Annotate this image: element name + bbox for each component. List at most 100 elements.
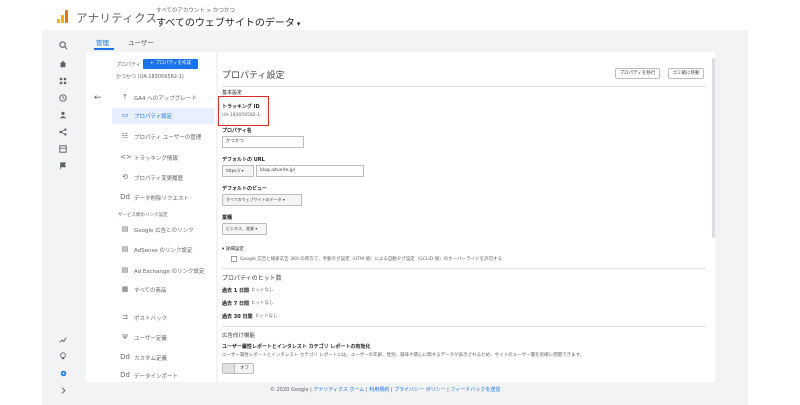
hits-period-label: 過去 1 日間 xyxy=(222,288,249,294)
nav-item-label: プロパティ設定 xyxy=(134,114,173,120)
users-icon: ☷ xyxy=(121,132,129,140)
nav-data-deletion[interactable]: Dd データ削除リクエスト xyxy=(112,190,214,206)
advanced-settings-toggle[interactable]: ▾ 詳細設定 xyxy=(222,246,244,252)
history-icon: ⟲ xyxy=(122,173,128,181)
nav-item-label: Ad Exchange のリンク設定 xyxy=(134,269,205,275)
link-icon: ▤ xyxy=(121,225,129,233)
analytics-logo-icon[interactable] xyxy=(57,10,69,23)
search-icon[interactable] xyxy=(42,41,84,52)
nav-item-label: トラッキング情報 xyxy=(134,156,178,162)
nav-item-label: カスタム定義 xyxy=(134,356,168,362)
hits-period-label: 過去 30 日間 xyxy=(222,314,253,320)
behavior-icon[interactable] xyxy=(42,145,84,155)
gear-icon[interactable] xyxy=(42,369,84,380)
protocol-select[interactable]: https:// ▾ xyxy=(222,165,254,177)
footer-link-feedback[interactable]: フィードバックを送信 xyxy=(450,387,500,393)
back-arrow-icon[interactable]: ← xyxy=(94,93,102,103)
settings-page-icon: ▭ xyxy=(121,111,129,119)
person-icon[interactable] xyxy=(42,111,84,121)
acquisition-icon[interactable] xyxy=(42,128,84,138)
toggle-state: オフ xyxy=(240,366,249,371)
hits-heading: プロパティのヒット数 xyxy=(222,275,282,282)
products-icon: ▦ xyxy=(121,285,129,293)
scrollbar[interactable] xyxy=(712,58,715,238)
discover-icon[interactable] xyxy=(42,336,84,346)
left-rail xyxy=(42,30,84,405)
nav-custom-definitions[interactable]: Dd カスタム定義 xyxy=(112,350,214,366)
nav-item-label: GA4 へのアップグレード xyxy=(134,96,197,102)
product-linking-heading: サービス間のリンク設定 xyxy=(118,213,168,218)
nav-ad-exchange-link[interactable]: ▤ Ad Exchange のリンク設定 xyxy=(112,263,214,279)
nav-item-label: ポストバック xyxy=(134,316,168,322)
audience-icon: Ψ xyxy=(122,333,128,341)
default-view-select[interactable]: すべてのウェブサイトのデータ ▾ xyxy=(222,194,302,206)
nav-property-settings[interactable]: ▭ プロパティ設定 xyxy=(112,108,214,124)
code-icon: <> xyxy=(120,153,132,161)
account-breadcrumb[interactable]: すべてのアカウント > かつかつ xyxy=(156,6,235,14)
default-url-input[interactable]: blog.aitueito.jp/ xyxy=(256,165,364,177)
property-name-input[interactable]: かつかつ xyxy=(222,136,304,148)
demographics-toggle[interactable]: オフ xyxy=(222,363,254,374)
property-label: プロパティ xyxy=(116,62,141,68)
create-property-button[interactable]: + プロパティを作成 xyxy=(143,59,198,69)
move-to-trash-button[interactable]: ゴミ箱に移動 xyxy=(668,68,704,79)
nav-item-label: プロパティ ユーザーの管理 xyxy=(134,135,202,141)
chevron-down-icon: ▾ xyxy=(296,20,301,28)
nav-postbacks[interactable]: ⊐ ポストバック xyxy=(112,310,214,326)
basic-settings-heading: 基本設定 xyxy=(222,90,243,96)
tab-user[interactable]: ユーザー xyxy=(128,37,154,47)
demographics-reports-description: ユーザー属性レポートとインタレスト カテゴリ レポートには、ユーザーの年齢、性別… xyxy=(222,353,585,358)
expand-icon[interactable] xyxy=(42,387,84,396)
app-header: アナリティクス すべてのアカウント > かつかつ すべてのウェブサイトのデータ ▾ xyxy=(0,0,800,34)
tab-admin-indicator xyxy=(94,48,114,50)
hits-period-value: ヒットなし xyxy=(251,301,274,306)
nav-ga4-upgrade[interactable]: ↑ GA4 へのアップグレード xyxy=(112,90,214,106)
flag-icon[interactable] xyxy=(42,162,84,172)
data-icon: Dd xyxy=(120,371,130,379)
postback-icon: ⊐ xyxy=(122,313,128,321)
default-view-label: デフォルトのビュー xyxy=(222,186,268,192)
divider xyxy=(222,268,706,269)
footer-link-privacy[interactable]: プライバシー ポリシー xyxy=(394,387,446,393)
home-icon[interactable] xyxy=(42,60,84,70)
industry-label: 業種 xyxy=(222,215,233,221)
view-selector[interactable]: すべてのウェブサイトのデータ ▾ xyxy=(156,14,300,29)
nav-item-label: データ削除リクエスト xyxy=(134,196,190,202)
nav-change-history[interactable]: ⟲ プロパティ変更履歴 xyxy=(112,170,214,186)
nav-item-label: ユーザー定義 xyxy=(134,336,167,342)
clock-icon[interactable] xyxy=(42,94,84,104)
override-checkbox-label: Google 広告と検索広告 360 の両方で、手動タグ設定（UTM 値）による… xyxy=(240,257,503,262)
override-checkbox[interactable] xyxy=(231,256,237,262)
property-selector[interactable]: かつかつ (UA-183056582-1) xyxy=(116,73,184,80)
divider xyxy=(222,86,706,87)
footer-link-terms[interactable]: 利用規約 xyxy=(369,387,389,393)
ads-features-heading: 広告向け機能 xyxy=(222,333,256,339)
hits-period-value: ヒットなし xyxy=(255,314,278,319)
default-url-label: デフォルトの URL xyxy=(222,157,265,163)
dashboard-icon[interactable] xyxy=(42,77,84,87)
footer: © 2020 Google | アナリティクス ホーム | 利用規約 | プライ… xyxy=(270,387,501,393)
nav-tracking-info[interactable]: <> トラッキング情報 xyxy=(112,150,214,166)
move-property-button[interactable]: プロパティを移行 xyxy=(615,68,660,79)
footer-copyright: © 2020 Google xyxy=(270,387,309,393)
nav-audience-definitions[interactable]: Ψ ユーザー定義 xyxy=(112,330,214,346)
nav-all-products[interactable]: ▦ すべての商品 xyxy=(112,282,214,298)
nav-property-users[interactable]: ☷ プロパティ ユーザーの管理 xyxy=(112,129,214,145)
tab-admin[interactable]: 管理 xyxy=(96,37,109,47)
nav-data-import[interactable]: Dd データインポート xyxy=(112,368,214,384)
tracking-id-highlight xyxy=(218,96,269,126)
nav-adsense-link[interactable]: ▤ AdSense のリンク設定 xyxy=(112,242,214,258)
toggle-knob xyxy=(223,364,235,373)
nav-item-label: データインポート xyxy=(134,374,179,380)
lightbulb-icon[interactable] xyxy=(42,352,84,362)
nav-item-label: AdSense のリンク設定 xyxy=(134,248,193,254)
footer-link-analytics-home[interactable]: アナリティクス ホーム xyxy=(313,387,364,393)
page-title: プロパティ設定 xyxy=(222,71,285,81)
hits-period-value: ヒットなし xyxy=(251,288,274,293)
industry-select[interactable]: ビジネス、産業 ▾ xyxy=(222,223,267,235)
tracking-id-label: トラッキング ID xyxy=(222,104,260,110)
nav-google-ads-link[interactable]: ▤ Google 広告とのリンク xyxy=(112,222,214,238)
hits-period-label: 過去 7 日間 xyxy=(222,301,249,307)
divider xyxy=(222,326,706,327)
upgrade-icon: ↑ xyxy=(122,93,128,101)
